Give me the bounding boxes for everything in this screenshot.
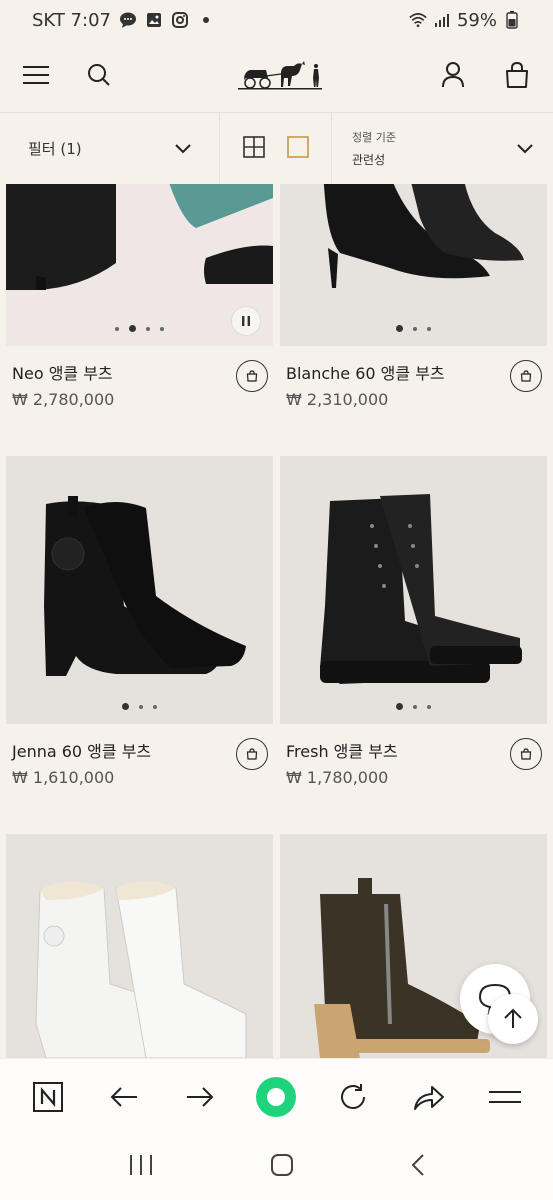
naver-n-icon[interactable]	[26, 1075, 70, 1119]
scroll-to-top-button[interactable]	[488, 994, 538, 1044]
status-bar: SKT 7:07 59%	[0, 0, 553, 40]
green-home-icon[interactable]	[254, 1075, 298, 1119]
product-card[interactable]: Jenna 60 앵클 부츠 ₩ 1,610,000	[6, 456, 273, 826]
forward-arrow-icon[interactable]	[178, 1075, 222, 1119]
carousel-dot[interactable]	[122, 703, 129, 710]
carousel-dots	[280, 703, 547, 710]
product-image[interactable]	[280, 184, 547, 346]
pause-icon[interactable]	[231, 306, 261, 336]
user-icon[interactable]	[432, 54, 474, 96]
sort-caption: 정렬 기준	[352, 131, 396, 144]
product-name[interactable]: Blanche 60 앵클 부츠	[286, 360, 445, 384]
back-arrow-icon[interactable]	[102, 1075, 146, 1119]
add-to-bag-button[interactable]	[236, 360, 268, 392]
filter-label: 필터 (1)	[28, 140, 82, 158]
view-toggle	[220, 113, 332, 184]
product-name[interactable]: Jenna 60 앵클 부츠	[12, 738, 151, 762]
site-header	[0, 40, 553, 110]
search-icon[interactable]	[78, 54, 120, 96]
chat-icon	[119, 11, 137, 29]
carousel-dots	[280, 325, 547, 332]
sort-dropdown[interactable]: 정렬 기준 관련성	[332, 113, 553, 184]
add-to-bag-button[interactable]	[510, 738, 542, 770]
back-icon[interactable]	[411, 1153, 425, 1181]
carousel-dot[interactable]	[153, 704, 157, 709]
dot-icon	[197, 11, 215, 29]
carousel-dot[interactable]	[139, 704, 143, 709]
product-card[interactable]	[6, 834, 273, 1058]
product-image[interactable]	[280, 456, 547, 724]
wifi-icon	[409, 11, 427, 29]
product-price: ₩ 1,610,000	[12, 768, 115, 787]
carousel-dot[interactable]	[396, 325, 403, 332]
instagram-icon	[171, 11, 189, 29]
reload-icon[interactable]	[331, 1075, 375, 1119]
carrier-time: SKT 7:07	[32, 9, 111, 31]
listing-toolbar: 필터 (1) 정렬 기준 관련성	[0, 112, 553, 184]
add-to-bag-button[interactable]	[510, 360, 542, 392]
menu-icon[interactable]	[483, 1075, 527, 1119]
shopping-bag-icon[interactable]	[496, 54, 538, 96]
battery-percent: 59%	[456, 9, 497, 31]
product-grid: Neo 앵클 부츠 ₩ 2,780,000 Blanche 60 앵클 부츠 ₩…	[0, 184, 553, 1058]
share-icon[interactable]	[407, 1075, 451, 1119]
carousel-dot[interactable]	[129, 325, 136, 332]
filter-dropdown[interactable]: 필터 (1)	[0, 113, 220, 184]
grid-view-icon[interactable]	[242, 135, 265, 162]
hamburger-icon[interactable]	[15, 54, 57, 96]
chevron-down-icon	[517, 139, 533, 158]
carousel-dot[interactable]	[413, 704, 417, 709]
product-name[interactable]: Neo 앵클 부츠	[12, 360, 113, 384]
sort-value: 관련성	[352, 153, 386, 167]
carousel-dot[interactable]	[413, 326, 417, 331]
carousel-dots	[6, 703, 273, 710]
system-navigation	[0, 1134, 553, 1200]
single-view-icon[interactable]	[286, 135, 309, 162]
home-icon[interactable]	[270, 1153, 294, 1181]
chevron-down-icon	[175, 140, 191, 158]
carousel-dot[interactable]	[396, 703, 403, 710]
carousel-dot[interactable]	[115, 326, 119, 331]
carousel-dot[interactable]	[146, 326, 150, 331]
product-price: ₩ 2,780,000	[12, 390, 115, 409]
product-name[interactable]: Fresh 앵클 부츠	[286, 738, 398, 762]
browser-toolbar	[0, 1058, 553, 1134]
add-to-bag-button[interactable]	[236, 738, 268, 770]
product-card[interactable]: Fresh 앵클 부츠 ₩ 1,780,000	[280, 456, 547, 826]
product-image[interactable]	[6, 456, 273, 724]
product-price: ₩ 2,310,000	[286, 390, 389, 409]
gallery-icon	[145, 11, 163, 29]
product-card[interactable]: Blanche 60 앵클 부츠 ₩ 2,310,000	[280, 184, 547, 458]
product-price: ₩ 1,780,000	[286, 768, 389, 787]
carousel-dot[interactable]	[160, 326, 164, 331]
recents-icon[interactable]	[128, 1154, 154, 1180]
battery-icon	[503, 11, 521, 29]
carousel-dot[interactable]	[427, 326, 431, 331]
product-card[interactable]: Neo 앵클 부츠 ₩ 2,780,000	[6, 184, 273, 458]
product-image[interactable]	[6, 184, 273, 346]
carousel-dot[interactable]	[427, 704, 431, 709]
product-image[interactable]	[6, 834, 273, 1058]
hermes-carriage-logo[interactable]	[236, 58, 328, 94]
signal-icon	[433, 11, 451, 29]
